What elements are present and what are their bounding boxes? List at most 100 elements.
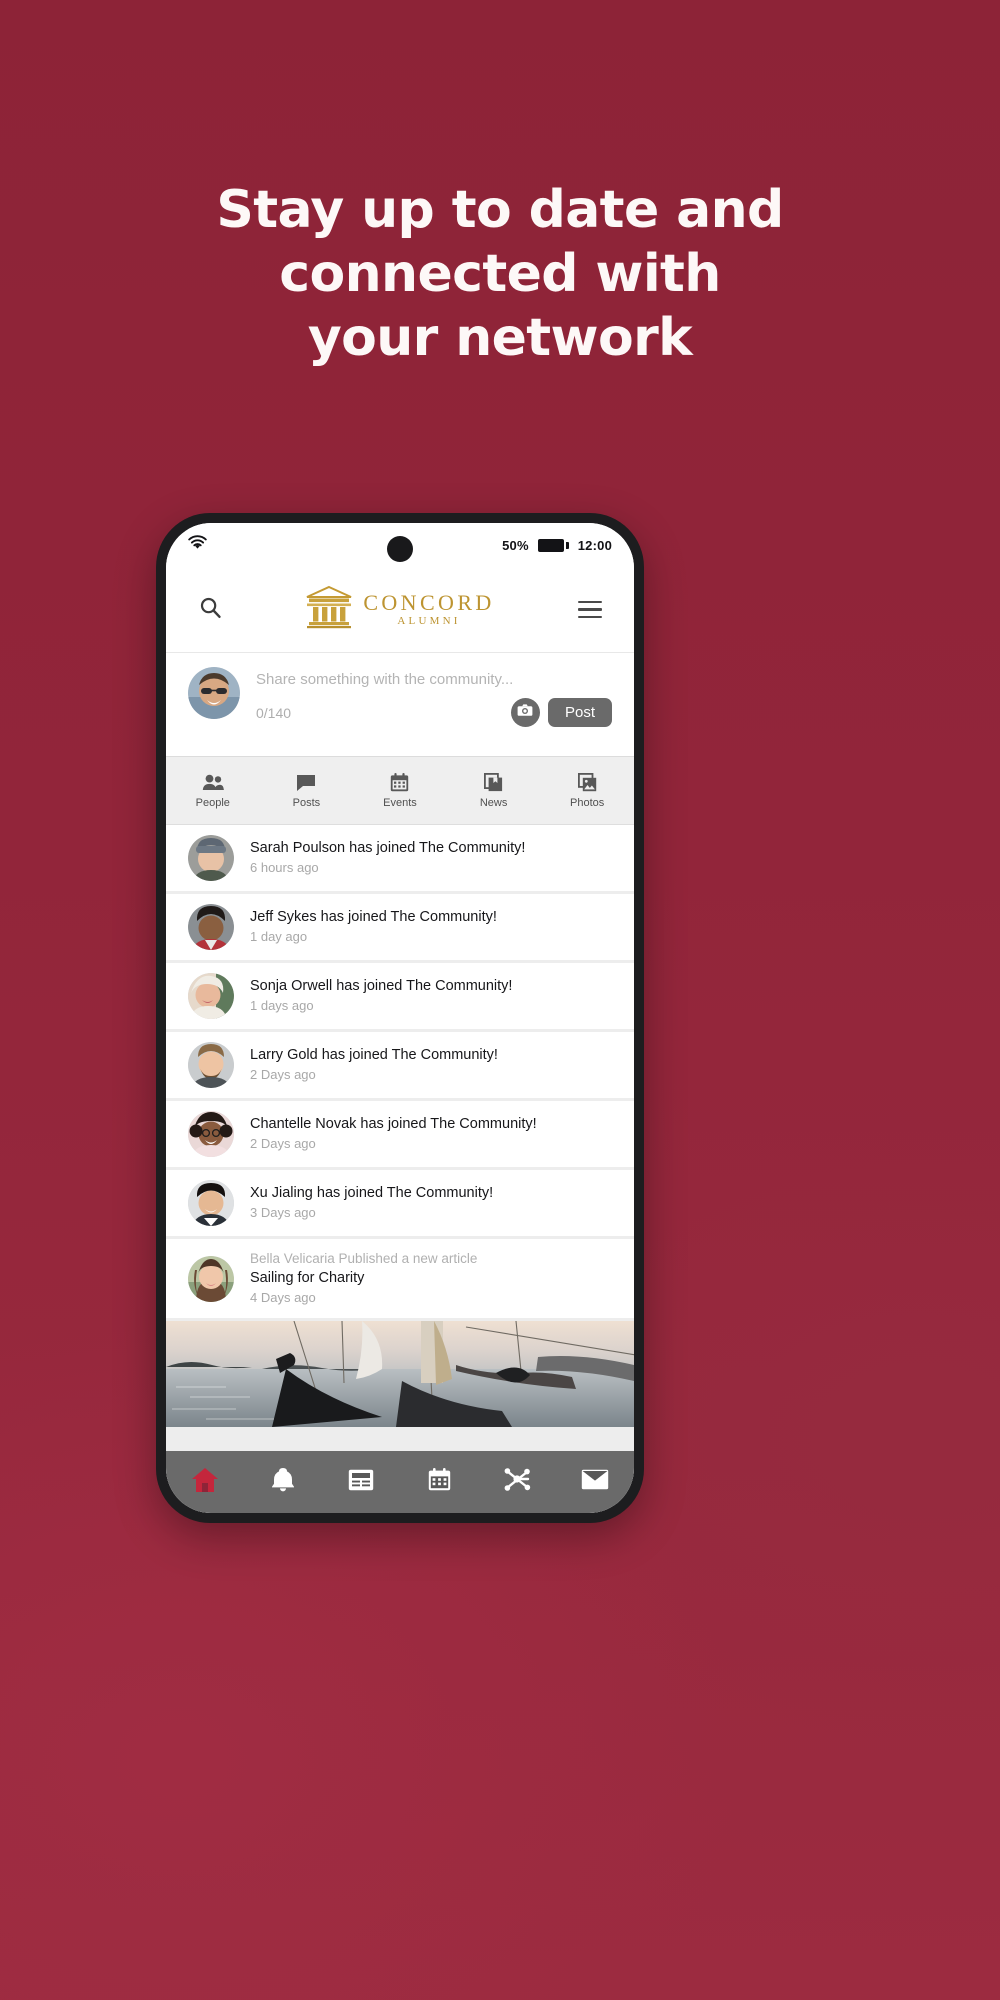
- activity-feed: Sarah Poulson has joined The Community! …: [166, 825, 634, 1513]
- battery-percent-label: 50%: [502, 537, 529, 553]
- composer-body: Share something with the community... 0/…: [256, 667, 612, 746]
- hamburger-menu-icon: [578, 600, 602, 619]
- article-title: Sailing for Charity: [250, 1270, 365, 1287]
- tab-events[interactable]: Events: [353, 773, 447, 809]
- row-text: Larry Gold has joined The Community! 2 D…: [250, 1046, 498, 1084]
- row-text: Chantelle Novak has joined The Community…: [250, 1115, 537, 1153]
- feed-title: Xu Jialing has joined The Community!: [250, 1185, 494, 1202]
- tab-photos[interactable]: Photos: [540, 773, 634, 809]
- app-header: CONCORD ALUMNI: [166, 567, 634, 653]
- avatar: [188, 835, 234, 881]
- avatar: [188, 904, 234, 950]
- row-text: Sarah Poulson has joined The Community! …: [250, 839, 525, 877]
- tab-label: Events: [383, 796, 417, 809]
- phone-screen: 50% 12:00 CONCORD ALUMNI Share something…: [166, 523, 634, 1513]
- article-photo[interactable]: [166, 1321, 634, 1427]
- feed-title: Sarah Poulson has joined The Community!: [250, 840, 526, 857]
- news-feed-icon: [348, 1469, 374, 1496]
- calendar-icon: [390, 773, 409, 793]
- table-row[interactable]: Chantelle Novak has joined The Community…: [166, 1101, 634, 1170]
- composer-avatar: [188, 667, 240, 719]
- nav-news[interactable]: [322, 1469, 400, 1496]
- article-row[interactable]: Bella Velicaria Published a new article …: [166, 1239, 634, 1321]
- promo-screenshot: Stay up to date and connected with your …: [0, 0, 1000, 2000]
- tab-posts[interactable]: Posts: [260, 773, 354, 809]
- status-bar-right: 50% 12:00: [502, 538, 612, 553]
- tab-label: News: [479, 796, 508, 809]
- tab-label: Photos: [570, 796, 605, 809]
- menu-button[interactable]: [570, 590, 610, 630]
- search-icon: [199, 596, 222, 624]
- feed-timestamp: 2 Days ago: [250, 1135, 316, 1151]
- feed-title: Jeff Sykes has joined The Community!: [250, 909, 497, 926]
- table-row[interactable]: Sonja Orwell has joined The Community! 1…: [166, 963, 634, 1032]
- nav-notifications[interactable]: [244, 1467, 322, 1497]
- row-text: Sonja Orwell has joined The Community! 1…: [250, 977, 512, 1015]
- composer-toolbar: 0/140 Post: [256, 698, 612, 727]
- avatar: [188, 1180, 234, 1226]
- status-bar: 50% 12:00: [166, 523, 634, 567]
- feed-timestamp: 1 days ago: [250, 997, 314, 1013]
- calendar-icon: [428, 1468, 451, 1496]
- book-icon: [484, 773, 503, 793]
- nav-messages[interactable]: [556, 1469, 634, 1495]
- status-bar-left: [188, 535, 207, 555]
- network-icon: [504, 1468, 531, 1496]
- promo-headline: Stay up to date and connected with your …: [0, 178, 1000, 370]
- feed-title: Chantelle Novak has joined The Community…: [250, 1116, 537, 1133]
- row-text: Bella Velicaria Published a new article …: [250, 1250, 477, 1307]
- classical-building-icon: [305, 585, 353, 634]
- app-logo[interactable]: CONCORD ALUMNI: [230, 585, 570, 634]
- composer-actions: Post: [510, 698, 612, 727]
- feed-title: Sonja Orwell has joined The Community!: [250, 978, 513, 995]
- battery-icon: [537, 538, 569, 552]
- nav-network[interactable]: [478, 1468, 556, 1496]
- table-row[interactable]: Larry Gold has joined The Community! 2 D…: [166, 1032, 634, 1101]
- feed-timestamp: 6 hours ago: [250, 859, 319, 875]
- feed-timestamp: 1 day ago: [250, 928, 308, 944]
- app-logo-text: CONCORD ALUMNI: [363, 589, 495, 628]
- tab-label: Posts: [292, 796, 321, 809]
- headline-line-3: your network: [307, 308, 693, 368]
- photos-icon: [577, 773, 597, 793]
- feed-timestamp: 4 Days ago: [250, 1289, 316, 1305]
- search-button[interactable]: [190, 590, 230, 630]
- avatar: [188, 1111, 234, 1157]
- logo-secondary-label: ALUMNI: [397, 615, 461, 628]
- row-text: Jeff Sykes has joined The Community! 1 d…: [250, 908, 497, 946]
- logo-primary-label: CONCORD: [363, 589, 495, 615]
- table-row[interactable]: Sarah Poulson has joined The Community! …: [166, 825, 634, 894]
- table-row[interactable]: Jeff Sykes has joined The Community! 1 d…: [166, 894, 634, 963]
- phone-mockup: 50% 12:00 CONCORD ALUMNI Share something…: [156, 513, 644, 1523]
- camera-icon: [517, 703, 533, 722]
- avatar: [188, 973, 234, 1019]
- tab-news[interactable]: News: [447, 773, 541, 809]
- bottom-navigation: [166, 1451, 634, 1513]
- table-row[interactable]: Xu Jialing has joined The Community! 3 D…: [166, 1170, 634, 1239]
- home-icon: [191, 1467, 219, 1498]
- clock-label: 12:00: [577, 537, 612, 553]
- camera-button[interactable]: [510, 698, 540, 727]
- feed-title: Larry Gold has joined The Community!: [250, 1047, 498, 1064]
- feed-timestamp: 3 Days ago: [250, 1204, 316, 1220]
- tab-people[interactable]: People: [166, 773, 260, 809]
- bell-icon: [271, 1467, 295, 1497]
- avatar: [188, 1255, 234, 1302]
- row-text: Xu Jialing has joined The Community! 3 D…: [250, 1184, 493, 1222]
- feed-filter-tabs: People Posts Events News Photos: [166, 757, 634, 825]
- post-button[interactable]: Post: [547, 698, 612, 727]
- nav-events[interactable]: [400, 1468, 478, 1496]
- feed-timestamp: 2 Days ago: [250, 1066, 316, 1082]
- wifi-icon: [188, 535, 207, 555]
- headline-line-2: connected with: [279, 244, 721, 304]
- post-composer[interactable]: Share something with the community... 0/…: [166, 653, 634, 757]
- camera-punch-hole: [387, 536, 413, 562]
- headline-line-1: Stay up to date and: [216, 180, 784, 240]
- tab-label: People: [195, 796, 230, 809]
- character-counter: 0/140: [256, 704, 292, 721]
- nav-home[interactable]: [166, 1467, 244, 1498]
- people-icon: [202, 773, 224, 793]
- avatar: [188, 1042, 234, 1088]
- composer-input[interactable]: Share something with the community...: [256, 671, 612, 688]
- envelope-icon: [581, 1469, 609, 1495]
